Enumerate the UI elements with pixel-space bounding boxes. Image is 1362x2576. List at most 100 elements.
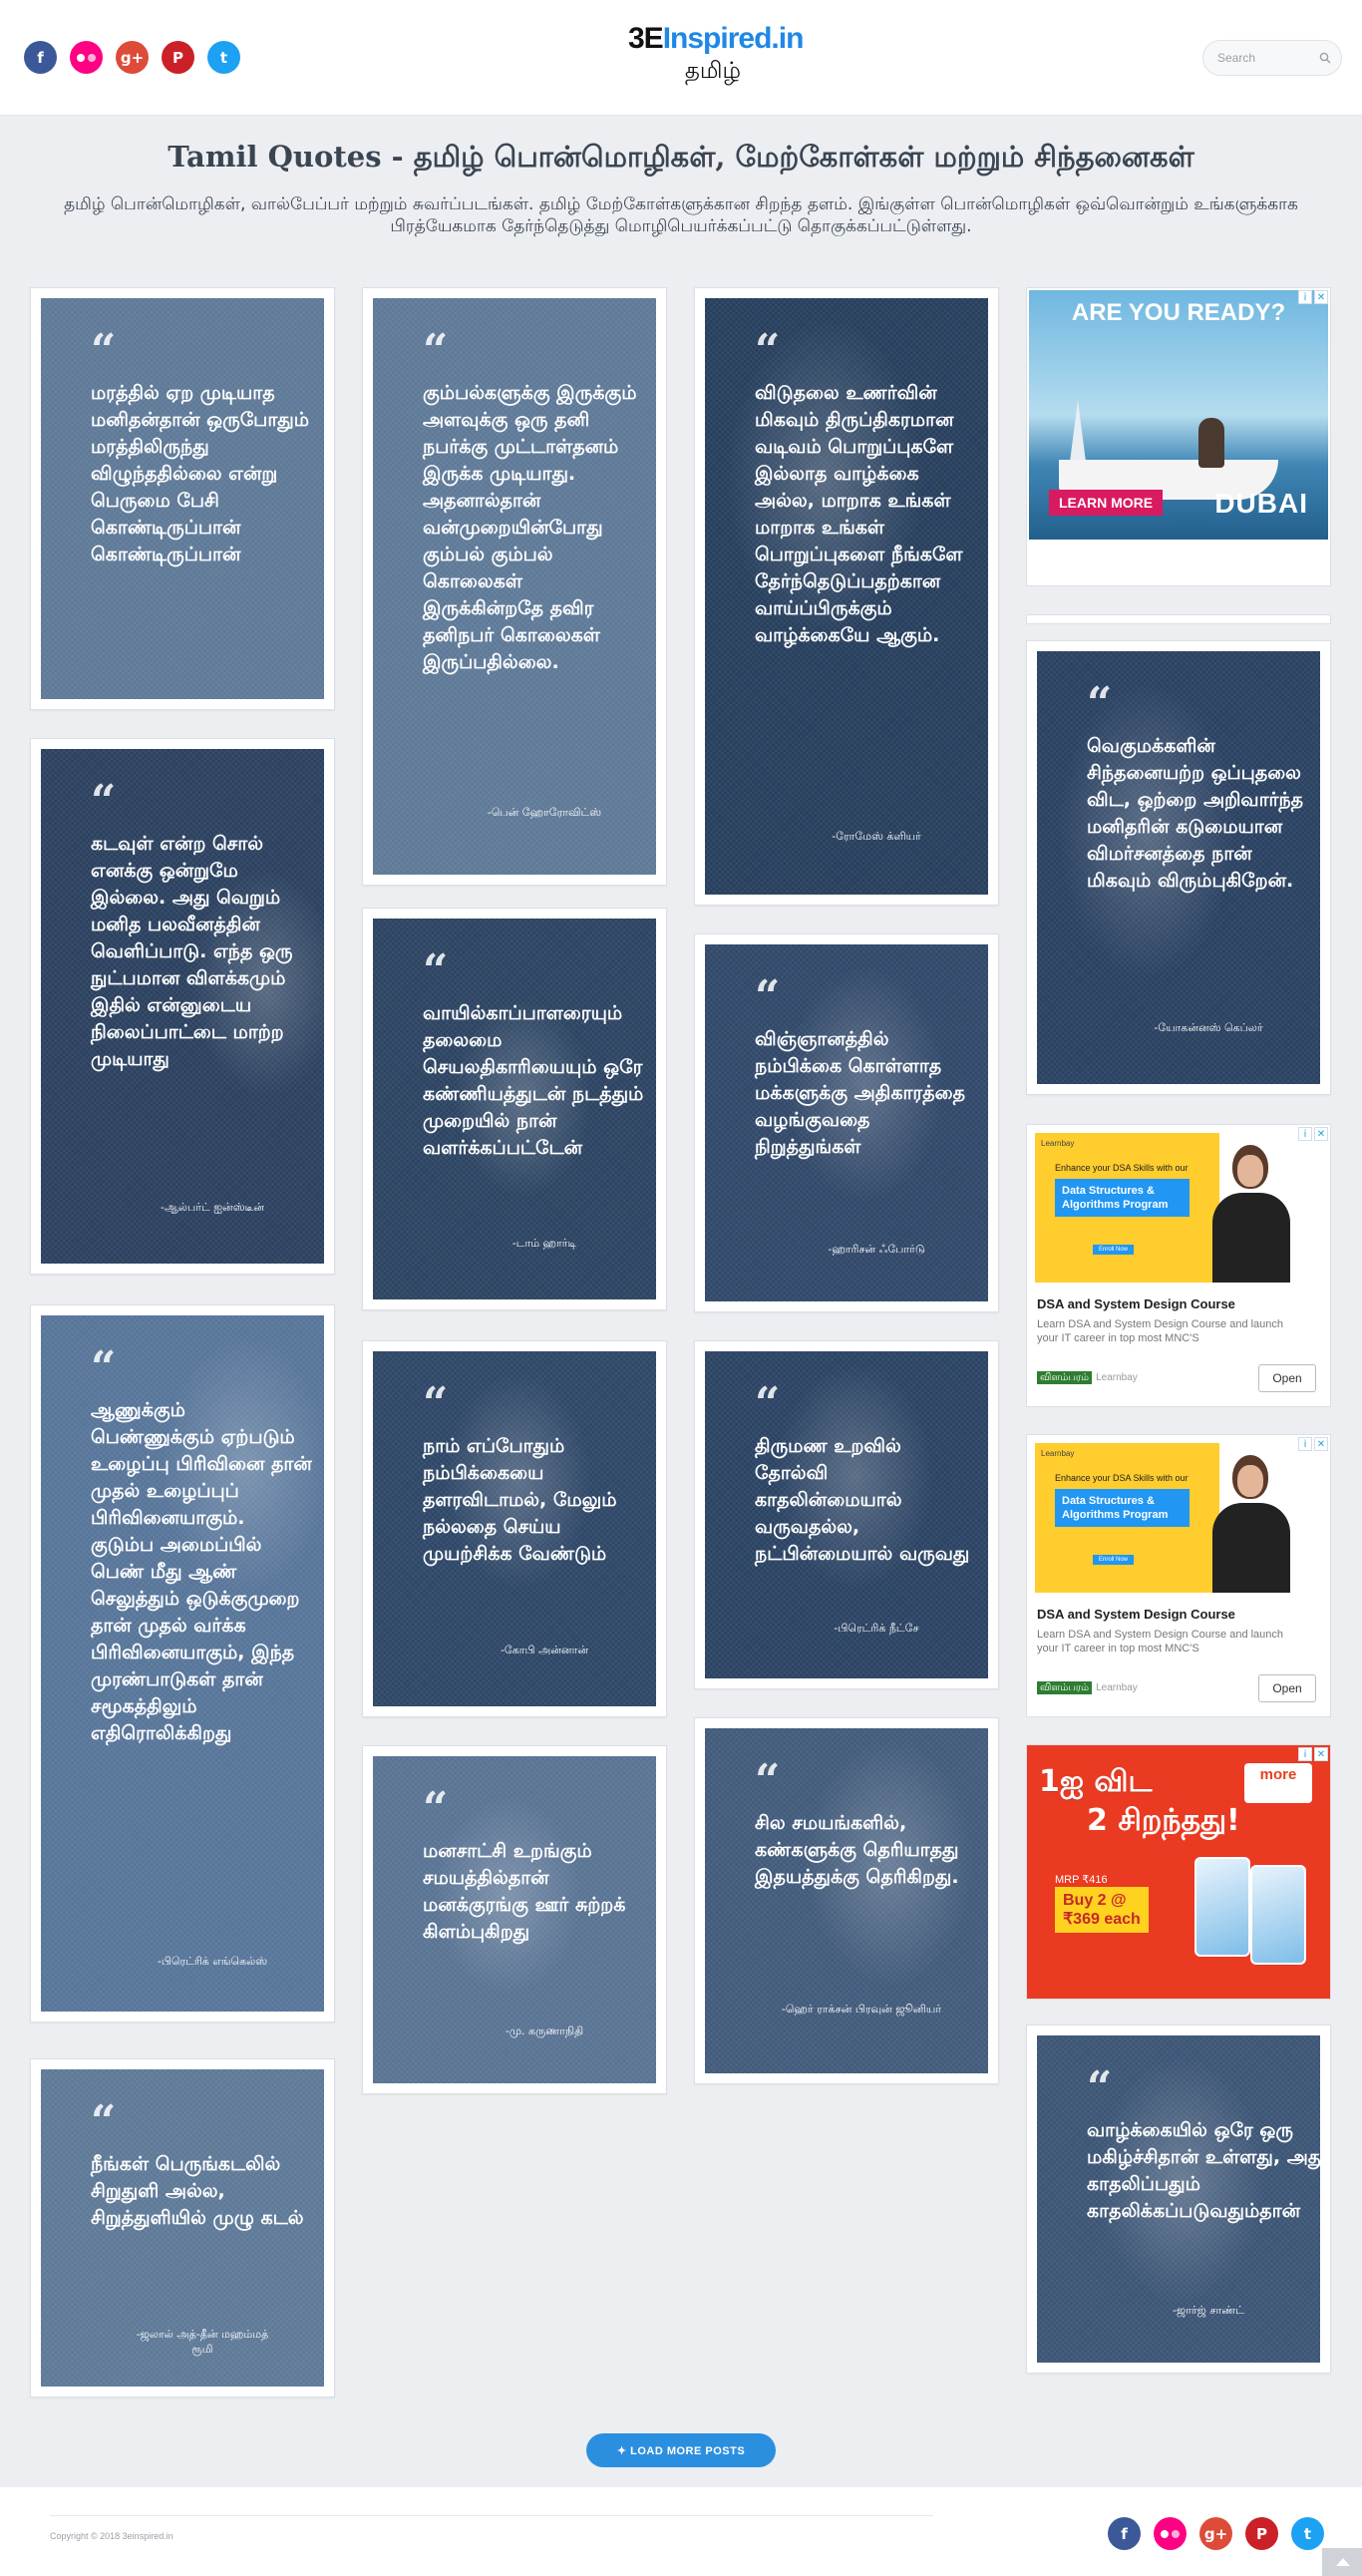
facebook-icon[interactable]: f [24,41,57,74]
pinterest-icon[interactable]: P [162,41,194,74]
quote-text: விடுதலை உணர்வின் மிகவும் திருப்திகரமான வ… [755,382,963,646]
social-links-footer: f g+ P t [1108,2517,1324,2550]
quote-card[interactable]: “ விடுதலை உணர்வின் மிகவும் திருப்திகரமான… [694,287,999,906]
ad-image: Learnbay Enhance your DSA Skills with ou… [1035,1443,1322,1593]
logo-subtitle: தமிழ் [684,58,742,84]
quote-card[interactable]: “ திருமண உறவில் தோல்வி காதலின்மையால் வரு… [694,1340,999,1689]
quote-card[interactable]: “ வாயில்காப்பாளரையும் தலைமை செயலதிகாரியை… [362,908,667,1310]
quote-image: “ கும்பல்களுக்கு இருக்கும் அளவுக்கு ஒரு … [373,298,656,875]
ad-info-icon[interactable]: i [1298,1127,1312,1141]
ad-choices[interactable]: i ✕ [1298,1437,1328,1451]
enroll-button[interactable]: Enroll Now [1093,1555,1135,1565]
quote-card[interactable]: “ வாழ்க்கையில் ஒரே ஒரு மகிழ்ச்சிதான் உள்… [1026,2024,1331,2374]
ad-footer: விளம்பரம் Learnbay [1037,1681,1138,1694]
ad-model-image [1194,1455,1304,1593]
promo-headline-1: 1ஐ விட [1039,1764,1153,1799]
ad-info-icon[interactable]: i [1298,1437,1312,1451]
page-title: Tamil Quotes - தமிழ் பொன்மொழிகள், மேற்கோ… [168,140,1194,174]
logo-mark: 3E [628,22,664,55]
ad-close-icon[interactable]: ✕ [1314,290,1328,304]
quote-mark-icon: “ [755,971,781,1022]
ad-choices[interactable]: i ✕ [1298,1127,1328,1141]
ad-program-label: Data Structures & Algorithms Program [1055,1179,1190,1217]
ad-small-text: Enhance your DSA Skills with our [1055,1473,1189,1483]
ad-brand: DUBAI [1214,488,1308,519]
quote-author: -கோபி அன்னான் [500,1644,589,1656]
quote-image: “ வெகுமக்களின் சிந்தனையற்ற ஒப்புதலை விட,… [1037,651,1320,1084]
search-input[interactable] [1217,41,1317,75]
site-logo[interactable]: 3EInspired.in தமிழ் [628,22,804,87]
quote-card[interactable]: “ கடவுள் என்ற சொல் எனக்கு ஒன்றுமே இல்லை.… [30,738,335,1275]
quote-text: விஞ்ஞானத்தில் நம்பிக்கை கொள்ளாத மக்களுக்… [755,1028,965,1158]
ad-choices[interactable]: i ✕ [1298,1747,1328,1761]
person-icon [1198,418,1224,468]
quote-card[interactable]: “ சில சமயங்களில், கண்களுக்கு தெரியாதது இ… [694,1717,999,2084]
twitter-icon[interactable]: t [207,41,240,74]
quote-card[interactable]: “ நீங்கள் பெருங்கடலில் சிறுதுளி அல்ல, சி… [30,2058,335,2397]
promo-logo: more [1244,1763,1312,1803]
product-pack-icon [1194,1857,1250,1957]
quote-text: நாம் எப்போதும் நம்பிக்கையை தளரவிடாமல், ம… [423,1435,617,1565]
quote-mark-icon: “ [423,1378,449,1429]
back-to-top-button[interactable] [1322,2548,1362,2576]
quote-mark-icon: “ [423,1783,449,1834]
quote-text: வாழ்க்கையில் ஒரே ஒரு மகிழ்ச்சிதான் உள்ளத… [1087,2119,1320,2222]
quote-author: -ரோமேஸ் க்ளியர் [832,830,921,843]
pinterest-icon[interactable]: P [1245,2517,1278,2550]
ad-course-2[interactable]: Learnbay Enhance your DSA Skills with ou… [1026,1434,1331,1717]
quote-text: வெகுமக்களின் சிந்தனையற்ற ஒப்புதலை விட, ஒ… [1087,735,1304,892]
quote-mark-icon: “ [423,945,449,996]
ad-promo-banner[interactable]: 1ஐ விட 2 சிறந்தது! more MRP ₹416 Buy 2 @… [1026,1744,1331,2000]
ad-close-icon[interactable]: ✕ [1314,1747,1328,1761]
quote-image: “ திருமண உறவில் தோல்வி காதலின்மையால் வரு… [705,1351,988,1678]
quote-card[interactable]: “ நாம் எப்போதும் நம்பிக்கையை தளரவிடாமல்,… [362,1340,667,1717]
quote-author: -ஜலால் அத்-தீன் மஹம்மத் ரூமி [136,2328,269,2356]
ad-banner-dubai[interactable]: ARE YOU READY? LEARN MORE DUBAI i ✕ [1026,287,1331,586]
open-button[interactable]: Open [1258,1674,1316,1702]
open-button[interactable]: Open [1258,1364,1316,1392]
social-links-header: f g+ P t [24,41,240,74]
ad-choices[interactable]: i ✕ [1298,290,1328,304]
ad-image: Learnbay Enhance your DSA Skills with ou… [1035,1133,1322,1283]
ad-headline: ARE YOU READY? [1071,299,1286,326]
quote-author: -ஹெர் ராக்சன் பிரவுன் ஜூனியர் [781,2003,942,2016]
quote-image: “ சில சமயங்களில், கண்களுக்கு தெரியாதது இ… [705,1728,988,2073]
ad-info-icon[interactable]: i [1298,1747,1312,1761]
quote-mark-icon: “ [755,1378,781,1429]
quote-text: சில சமயங்களில், கண்களுக்கு தெரியாதது இதய… [755,1812,959,1888]
quote-image: “ நீங்கள் பெருங்கடலில் சிறுதுளி அல்ல, சி… [41,2069,324,2387]
quote-card[interactable]: “ மரத்தில் ஏற முடியாத மனிதன்தான் ஒருபோது… [30,287,335,710]
ad-info-icon[interactable]: i [1298,290,1312,304]
quote-image: “ வாயில்காப்பாளரையும் தலைமை செயலதிகாரியை… [373,919,656,1299]
quote-card[interactable]: “ மனசாட்சி உறங்கும் சமயத்தில்தான் மனக்கு… [362,1745,667,2094]
facebook-icon[interactable]: f [1108,2517,1141,2550]
twitter-icon[interactable]: t [1291,2517,1324,2550]
ad-title[interactable]: DSA and System Design Course [1037,1296,1235,1311]
quote-mark-icon: “ [1087,2062,1113,2113]
ad-advertiser: Learnbay [1096,1682,1138,1693]
quote-card[interactable]: “ விஞ்ஞானத்தில் நம்பிக்கை கொள்ளாத மக்களு… [694,933,999,1312]
load-more-button[interactable]: ✦ LOAD MORE POSTS [586,2433,776,2467]
ad-close-icon[interactable]: ✕ [1314,1437,1328,1451]
logo-text: Inspired.in [662,22,805,55]
quote-card[interactable]: “ வெகுமக்களின் சிந்தனையற்ற ஒப்புதலை விட,… [1026,640,1331,1095]
quote-text: கும்பல்களுக்கு இருக்கும் அளவுக்கு ஒரு தன… [423,382,637,673]
ad-close-icon[interactable]: ✕ [1314,1127,1328,1141]
learn-more-button[interactable]: LEARN MORE [1049,490,1164,516]
quote-mark-icon: “ [755,325,781,376]
ad-course-1[interactable]: Learnbay Enhance your DSA Skills with ou… [1026,1124,1331,1407]
empty-card [1026,614,1331,624]
site-footer: Copyright © 2018 3einspired.in f g+ P t [0,2487,1362,2576]
footer-divider [50,2515,933,2516]
ad-title[interactable]: DSA and System Design Course [1037,1607,1235,1622]
flickr-icon[interactable] [70,41,103,74]
flickr-icon[interactable] [1154,2517,1187,2550]
enroll-button[interactable]: Enroll Now [1093,1245,1135,1255]
quote-card[interactable]: “ ஆணுக்கும் பெண்ணுக்கும் ஏற்படும் உழைப்ப… [30,1304,335,2023]
google-plus-icon[interactable]: g+ [116,41,149,74]
quote-card[interactable]: “ கும்பல்களுக்கு இருக்கும் அளவுக்கு ஒரு … [362,287,667,886]
google-plus-icon[interactable]: g+ [1199,2517,1232,2550]
search-icon[interactable] [1319,52,1331,64]
quote-text: கடவுள் என்ற சொல் எனக்கு ஒன்றுமே இல்லை. அ… [91,833,293,1070]
product-pack-icon [1250,1865,1306,1965]
